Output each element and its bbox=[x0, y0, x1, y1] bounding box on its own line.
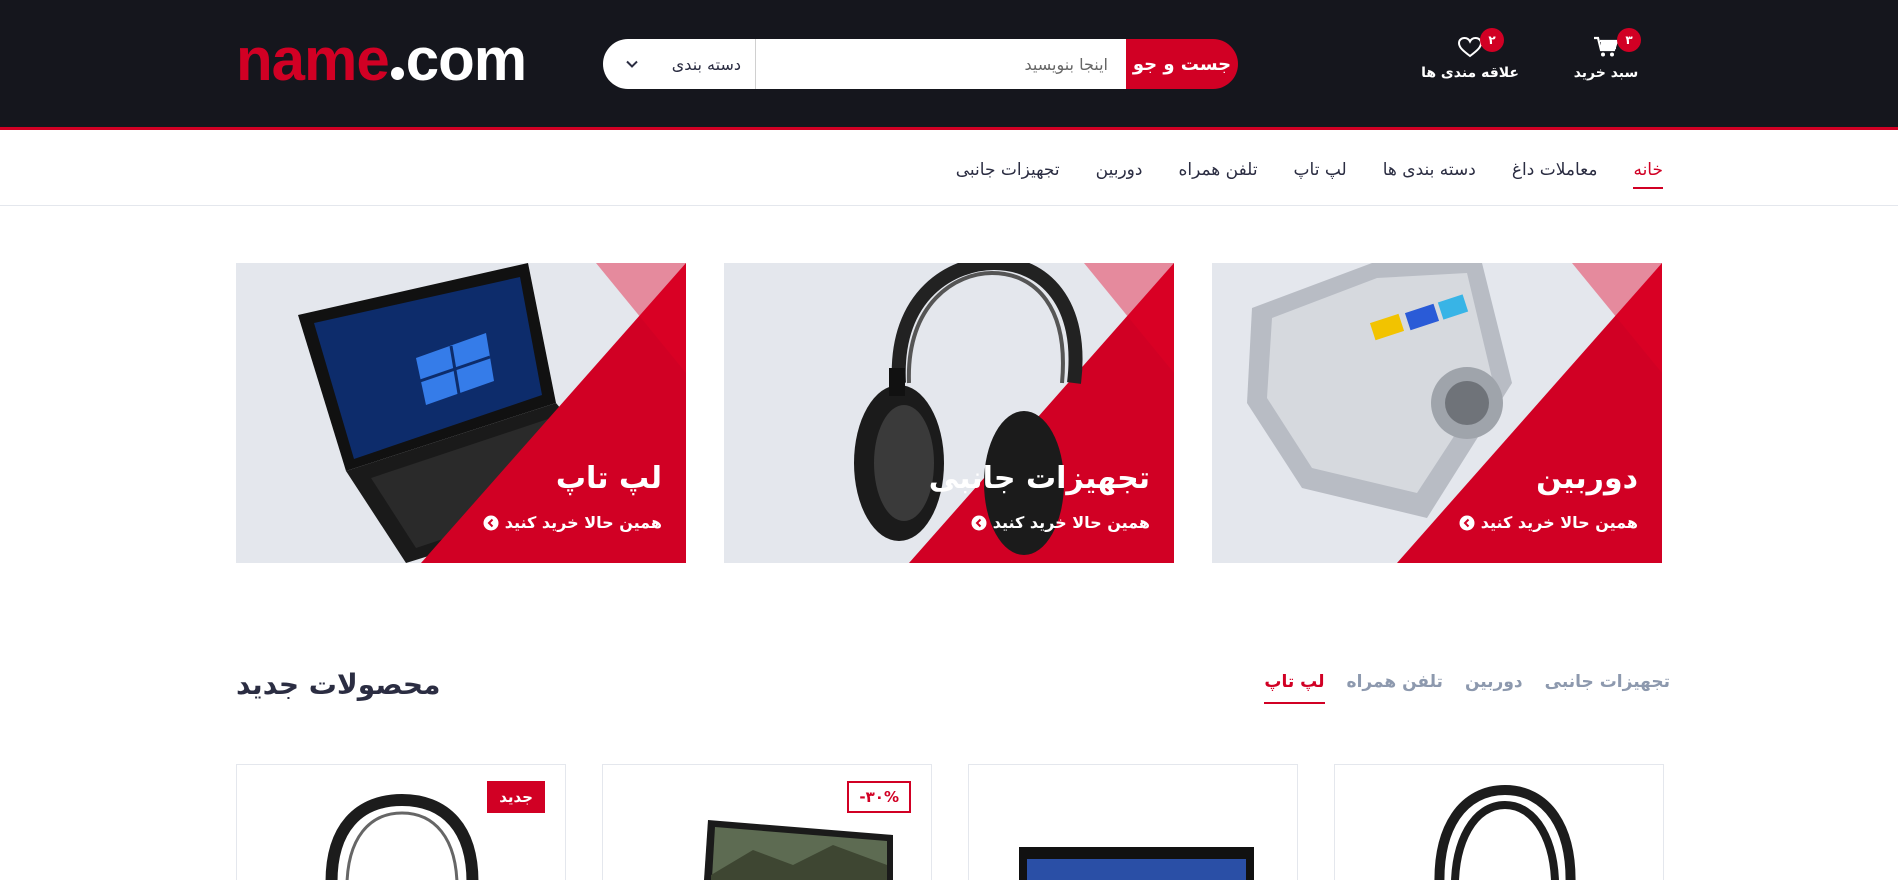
arrow-circle-icon bbox=[1459, 515, 1475, 530]
shop-now-label: همین حالا خرید کنید bbox=[1480, 513, 1638, 532]
category-select[interactable]: دسته بندی bbox=[603, 39, 756, 89]
search-button[interactable]: جست و جو bbox=[1126, 39, 1238, 89]
section-tabs: تجهیزات جانبی دوربین تلفن همراه لپ تاپ bbox=[1264, 672, 1670, 704]
header: namecom جست و جو دسته بندی ۲ علاقه مندی … bbox=[0, 0, 1898, 130]
shop-now-link[interactable]: همین حالا خرید کنید bbox=[971, 513, 1150, 532]
banner-laptop[interactable]: لپ تاپ همین حالا خرید کنید bbox=[236, 263, 686, 563]
banner-cameras[interactable]: دوربین همین حالا خرید کنید bbox=[1212, 263, 1662, 563]
cart-label: سبد خرید bbox=[1573, 65, 1639, 81]
tab-cameras[interactable]: دوربین bbox=[1465, 672, 1523, 698]
wishlist-link[interactable]: ۲ علاقه مندی ها bbox=[1420, 28, 1520, 88]
search-form: جست و جو دسته بندی bbox=[603, 39, 1238, 89]
cart-count-badge: ۳ bbox=[1617, 28, 1641, 52]
banner-title: تجهیزات جانبی bbox=[928, 461, 1150, 496]
chevron-down-icon bbox=[626, 60, 638, 68]
main-navigation: خانه معاملات داغ دسته بندی ها لپ تاپ تلف… bbox=[0, 133, 1898, 206]
section-title: محصولات جدید bbox=[236, 668, 441, 701]
tablet-image bbox=[1019, 847, 1254, 880]
product-card[interactable]: -۳۰% bbox=[602, 764, 932, 880]
product-card[interactable] bbox=[968, 764, 1298, 880]
shop-now-label: همین حالا خرید کنید bbox=[504, 513, 662, 532]
product-card[interactable]: جدید bbox=[236, 764, 566, 880]
category-select-label: دسته بندی bbox=[671, 54, 741, 74]
banner-accessories[interactable]: تجهیزات جانبی همین حالا خرید کنید bbox=[724, 263, 1174, 563]
discount-badge: -۳۰% bbox=[847, 781, 911, 813]
tab-smartphones[interactable]: تلفن همراه bbox=[1347, 672, 1443, 698]
shop-now-link[interactable]: همین حالا خرید کنید bbox=[483, 513, 662, 532]
nav-item-smartphones[interactable]: تلفن همراه bbox=[1178, 155, 1257, 185]
logo-main-text: name bbox=[236, 26, 390, 93]
shop-now-link[interactable]: همین حالا خرید کنید bbox=[1459, 513, 1638, 532]
product-card[interactable] bbox=[1334, 764, 1664, 880]
search-input[interactable] bbox=[756, 39, 1126, 89]
logo-tld-text: com bbox=[405, 26, 527, 93]
cart-link[interactable]: ۳ سبد خرید bbox=[1556, 28, 1656, 88]
nav-item-accessories[interactable]: تجهیزات جانبی bbox=[956, 155, 1060, 185]
wishlist-label: علاقه مندی ها bbox=[1421, 65, 1519, 81]
nav-item-laptops[interactable]: لپ تاپ bbox=[1294, 155, 1347, 185]
shop-now-label: همین حالا خرید کنید bbox=[992, 513, 1150, 532]
new-badge: جدید bbox=[487, 781, 545, 813]
logo-dot bbox=[390, 67, 404, 80]
tab-laptops[interactable]: لپ تاپ bbox=[1264, 672, 1325, 704]
arrow-circle-icon bbox=[971, 515, 987, 530]
nav-item-cameras[interactable]: دوربین bbox=[1096, 155, 1143, 185]
banner-title: دوربین bbox=[1536, 461, 1638, 496]
nav-item-home[interactable]: خانه bbox=[1633, 155, 1663, 189]
arrow-circle-icon bbox=[483, 515, 499, 530]
logo[interactable]: name com bbox=[236, 30, 527, 90]
headphones-image bbox=[1434, 784, 1576, 880]
nav-item-hot-deals[interactable]: معاملات داغ bbox=[1512, 155, 1598, 185]
tab-accessories[interactable]: تجهیزات جانبی bbox=[1545, 672, 1670, 698]
wishlist-count-badge: ۲ bbox=[1480, 28, 1504, 52]
nav-item-categories[interactable]: دسته بندی ها bbox=[1383, 155, 1476, 185]
banner-title: لپ تاپ bbox=[555, 461, 662, 496]
cart-icon bbox=[1594, 36, 1619, 57]
